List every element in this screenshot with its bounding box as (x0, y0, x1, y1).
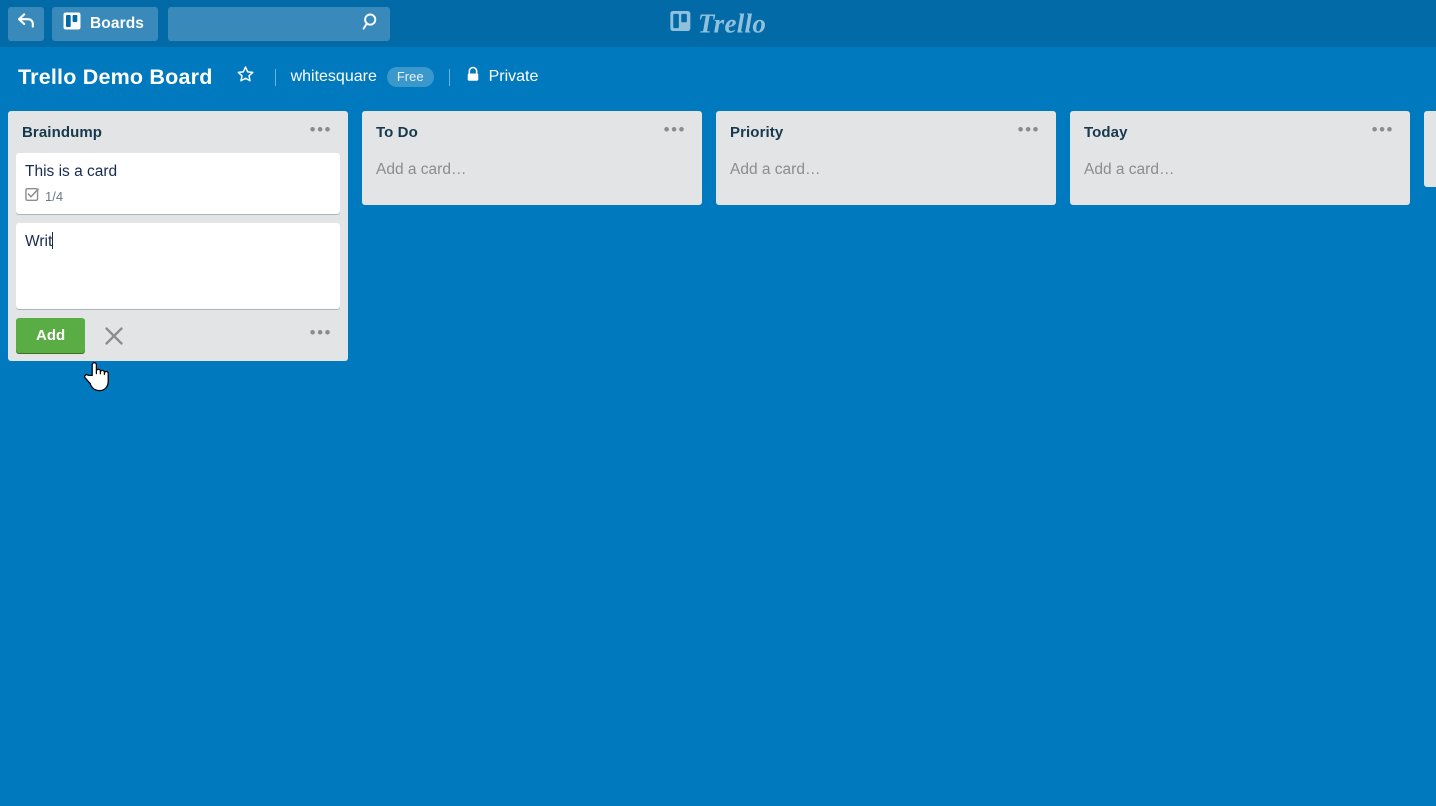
list-title: Today (1084, 124, 1128, 141)
lists-row: Braindump ••• This is a card 1/4 Writ Ad… (8, 111, 1436, 362)
checklist-badge: 1/4 (25, 187, 63, 205)
checklist-icon (25, 187, 40, 205)
card-badges: 1/4 (25, 187, 331, 207)
list-braindump: Braindump ••• This is a card 1/4 Writ Ad… (8, 111, 348, 362)
board-title[interactable]: Trello Demo Board (18, 65, 213, 90)
board-canvas: Braindump ••• This is a card 1/4 Writ Ad… (0, 107, 1436, 806)
list-menu-icon[interactable]: ••• (304, 121, 338, 143)
plan-badge[interactable]: Free (386, 67, 434, 87)
header-divider-1 (274, 68, 276, 86)
card-composer: Writ Add ••• (16, 223, 340, 354)
back-arrow-icon (16, 12, 36, 35)
board-header: Trello Demo Board whitesquare Free Priva… (0, 47, 1436, 107)
card[interactable]: This is a card 1/4 (16, 153, 340, 215)
list-title: To Do (376, 124, 418, 141)
back-button[interactable] (8, 6, 44, 41)
list-title: Priority (730, 124, 784, 141)
list-priority: Priority ••• Add a card… (716, 111, 1056, 205)
search-box[interactable] (168, 6, 391, 41)
pointer-hand-cursor (84, 360, 110, 397)
visibility-label: Private (488, 68, 539, 85)
checklist-count: 1/4 (45, 188, 64, 204)
list-header[interactable]: Priority ••• (724, 111, 1048, 153)
add-card-button[interactable]: Add (16, 318, 86, 354)
list-menu-icon[interactable]: ••• (658, 121, 692, 143)
list-to-do: To Do ••• Add a card… (362, 111, 702, 205)
composer-controls: Add ••• (16, 318, 340, 354)
close-x-icon[interactable] (101, 323, 127, 349)
composer-textarea-wrap: Writ (16, 223, 340, 310)
trello-wordmark: Trello (697, 8, 767, 38)
trello-board-icon (670, 11, 691, 37)
top-navigation-bar: Boards Trello (0, 0, 1436, 47)
trello-logo[interactable]: Trello (670, 10, 766, 37)
list-header[interactable]: ••• (1432, 111, 1436, 153)
list-header[interactable]: Braindump ••• (16, 111, 340, 153)
list-menu-icon[interactable]: ••• (1366, 121, 1400, 143)
boards-label: Boards (90, 14, 145, 32)
list-menu-icon[interactable]: ••• (1012, 121, 1046, 143)
add-a-card-link[interactable] (1432, 153, 1436, 179)
composer-textarea[interactable] (16, 223, 340, 310)
list-header[interactable]: Today ••• (1078, 111, 1402, 153)
organization-name[interactable]: whitesquare (291, 68, 377, 86)
add-a-card-link[interactable]: Add a card… (1078, 153, 1402, 197)
header-divider-2 (448, 68, 450, 86)
star-outline-icon (236, 65, 255, 89)
boards-button[interactable]: Boards (52, 6, 159, 41)
list-partial-offscreen: ••• (1424, 111, 1436, 187)
star-button[interactable] (232, 63, 260, 91)
card-title: This is a card (25, 163, 118, 180)
board-grid-icon (63, 12, 81, 35)
search-input[interactable] (168, 6, 391, 41)
lock-icon (465, 66, 481, 88)
composer-menu-icon[interactable]: ••• (306, 324, 336, 346)
list-title: Braindump (22, 124, 103, 141)
list-header[interactable]: To Do ••• (370, 111, 694, 153)
add-a-card-link[interactable]: Add a card… (724, 153, 1048, 197)
list-today: Today ••• Add a card… (1070, 111, 1410, 205)
add-a-card-link[interactable]: Add a card… (370, 153, 694, 197)
visibility-button[interactable]: Private (465, 66, 539, 88)
